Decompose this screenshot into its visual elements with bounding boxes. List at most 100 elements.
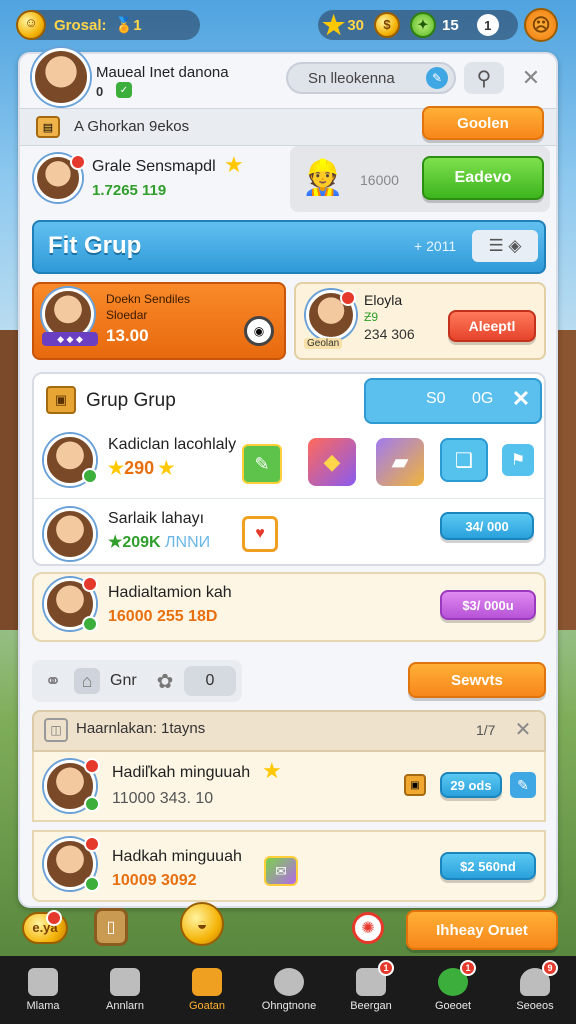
section-label: A Ghorkan 9ekos [74,118,190,135]
worker-icon: 👷 [301,159,345,197]
history-online-badge [84,876,100,892]
history-value: 11000 343. 10 [112,790,214,807]
group-close-icon[interactable]: ✕ [508,386,534,412]
gift-icon[interactable]: ✎ [242,444,282,484]
nav-item-news[interactable]: Beergan 1 [330,956,412,1024]
member-avatar[interactable] [44,508,96,560]
nav-label: Goatan [188,1000,226,1012]
bottom-action-button[interactable]: Ihheay Oruet [406,910,558,950]
search-input[interactable]: Sn lleokenna ✎ [286,62,456,94]
nav-label: Annlarn [106,1000,144,1012]
member-online-badge [82,468,98,484]
settings-icon[interactable]: ✿ [152,668,178,694]
accept-button[interactable]: Aleeptl [448,310,536,342]
member-name: Kadiclan lacohlaly [108,436,237,453]
nav-item-cactus[interactable]: Annlarn [84,956,166,1024]
history-price-button[interactable]: 29 ods [440,772,502,798]
member-score-value: 209K [122,534,161,551]
history-name: Hadiľkah minguuah [112,764,251,781]
player-action-button[interactable]: Eadevo [422,156,544,200]
gems-count: 15 [442,16,459,34]
team-icons: ◆ ◆ ◆ [42,332,98,346]
list-toggle-icon[interactable]: ☰ ◈ [472,230,538,262]
door-icon[interactable]: ▯ [94,908,128,946]
gift-online-badge [82,616,98,632]
nav-item-chat[interactable]: Goeoet 1 [412,956,494,1024]
orange-card-line2: Sloedar [106,308,148,322]
player-card-label: 16000 [360,172,399,188]
group-pill-a: S0 [426,390,446,407]
nav-item-home[interactable]: Mlama [2,956,84,1024]
toolbar-label: Gnr [110,672,137,689]
member-price-button[interactable]: 34/ 000 [440,512,534,540]
home-coin-icon[interactable]: ◒ [180,902,224,946]
member-score: ★209K ЛNNИ [108,532,210,552]
profile-sub: 0 [96,84,104,99]
flag-icon[interactable]: ⚑ [502,444,534,476]
history-price-button[interactable]: $2 560nd [440,852,536,880]
history-name: Hadkah minguuah [112,848,242,865]
nav-item-search[interactable]: Ohngtnone [248,956,330,1024]
close-icon[interactable]: ✕ [516,62,546,94]
edit-icon[interactable]: ✎ [426,67,448,89]
nav-item-shop[interactable]: Goatan [166,956,248,1024]
notification-count[interactable]: 1 [476,14,499,36]
toolbar-num[interactable]: 0 [184,666,236,696]
history-title: Haarnlakan: 1tayns [76,720,206,737]
player-pill[interactable]: ☺ Grosal: 🏅1 [16,10,200,40]
right-card-line2: Ƶ9 [364,310,379,324]
chest-icon: ▤ [36,116,60,138]
group-pill-b: 0G [472,390,494,407]
sticker-icon[interactable]: ♥ [242,516,278,552]
group-chest-icon: ▣ [46,386,76,414]
book-icon[interactable]: ❑ [440,438,488,482]
member-extra: ЛNNИ [165,534,211,551]
top-bar: ☺ Grosal: 🏅1 ★ 30 $ ✦ 15 1 ☹ [0,0,576,50]
link-icon[interactable]: ⚭ [40,668,66,694]
right-card-tag: Geolan [304,338,343,349]
shop-icon [192,968,222,996]
history-edit-icon[interactable]: ✎ [510,772,536,798]
history-count: 1/7 [476,722,496,738]
treasure-icon[interactable]: ▰ [376,438,424,486]
gift-badge [82,576,98,592]
section-button[interactable]: Goolen [422,106,544,140]
orange-card-line1: Doekn Sendiles [106,292,191,306]
history-close-icon[interactable]: ✕ [510,716,536,742]
nav-label: Goeoet [434,1000,472,1012]
search-icon[interactable]: ⚲ [464,62,504,94]
member-star-icon: ★ [108,458,125,478]
tag-icon[interactable]: ⌂ [74,668,100,694]
group-header-title: Fit Grup [48,232,142,259]
history-badge [84,836,100,852]
coin-icon: $ [374,12,400,38]
currency-pill: ★ 30 $ ✦ 15 1 [318,10,518,40]
history-value: 10009 3092 [112,872,197,889]
smiley-icon: ☺ [16,10,46,40]
member-score-value: 290 [124,458,155,478]
player-star-icon: ★ [224,152,244,177]
profile-avatar[interactable] [32,48,90,106]
gem-box-icon[interactable]: ◆ [308,438,356,486]
gift-buy-button[interactable]: $3/ 000u [440,590,536,620]
cactus-icon [110,968,140,996]
member-name: Sarlaik lahayı [108,510,205,527]
gift-box-icon[interactable]: ✉ [264,856,298,886]
spin-icon[interactable]: ✺ [352,912,384,944]
bottom-coins-badge [46,910,62,926]
nav-badge: 9 [542,960,558,976]
group-title: Grup Grup [86,390,176,411]
member-score: ★290 ★ [108,458,174,479]
nav-item-profile[interactable]: Seoeos 9 [494,956,576,1024]
player-badge [70,154,86,170]
home-icon [28,968,58,996]
toolbar-button[interactable]: Sewvts [408,662,546,698]
emoji-menu-icon[interactable]: ☹ [524,8,558,42]
history-star-icon: ★ [262,758,282,783]
nav-badge: 1 [378,960,394,976]
member-star-icon: ★ [108,534,123,551]
nav-label: Mlama [26,1000,60,1012]
target-icon[interactable]: ◉ [244,316,274,346]
search-input-text: Sn lleokenna [308,69,395,87]
group-header-count: + 2011 [414,238,457,254]
